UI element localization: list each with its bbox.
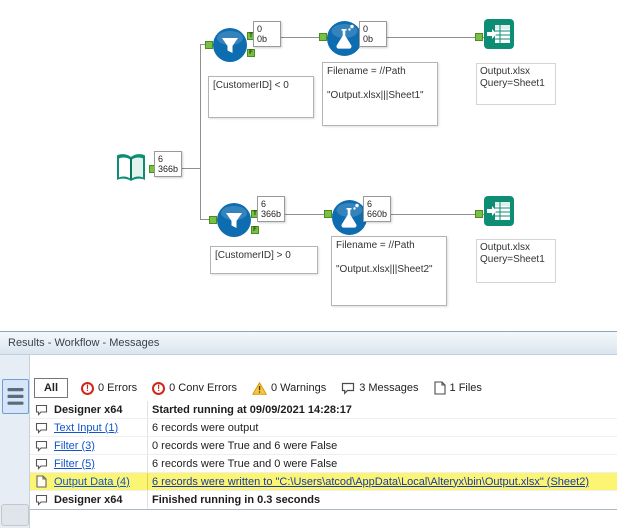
connection-line [200,44,201,220]
record-count: 6 [367,199,373,209]
record-size: 0b [257,34,268,44]
result-tool-link[interactable]: Filter (5) [54,458,95,470]
result-tool-link[interactable]: Filter (3) [54,440,95,452]
result-row-text-input: Text Input (1) 6 records were output [30,419,617,437]
input-anchor[interactable] [324,210,332,218]
warnings-count-label: 0 Warnings [270,382,327,394]
output-file-icon [484,196,514,226]
result-message: 0 records were True and 6 were False [152,439,338,452]
results-message-list: Designer x64 Started running at 09/09/20… [30,401,617,510]
record-count: 6 [158,154,164,164]
results-panel-title: Results - Workflow - Messages [0,332,617,355]
false-output-anchor[interactable]: F [251,226,259,234]
flask-icon [327,21,362,56]
record-count-badge: 0 0b [359,21,387,47]
result-tool-name: Designer x64 [52,401,148,418]
record-count: 0 [363,24,369,34]
result-message: 6 records were True and 0 were False [152,457,338,470]
errors-filter[interactable]: ! 0 Errors [81,381,138,395]
output-bottom-annotation[interactable]: Output.xlsx Query=Sheet1 [476,239,556,283]
input-anchor[interactable] [209,216,217,224]
messages-filter[interactable]: 3 Messages [341,382,419,395]
conv-errors-filter[interactable]: ! 0 Conv Errors [152,381,237,395]
warnings-filter[interactable]: 0 Warnings [251,381,327,395]
record-size: 660b [367,209,388,219]
warning-icon [251,381,267,395]
filter-5-tool[interactable]: T F [209,202,259,238]
result-message: 6 records were output [152,421,259,434]
error-icon: ! [81,381,94,395]
message-bubble-icon [30,491,52,509]
message-bubble-icon [30,455,52,472]
file-icon [433,381,446,395]
workflow-canvas[interactable]: 6 366b T F 0 0b [CustomerID] < 0 0 0b Fi… [0,0,617,331]
strip-secondary-button[interactable] [1,504,29,526]
result-row-output-data-highlighted: Output Data (4) 6 records were written t… [30,473,617,491]
message-bubble-icon [341,382,355,395]
message-bubble-icon [30,401,52,418]
messages-view-button[interactable] [2,379,29,414]
results-left-strip [0,355,30,528]
record-size: 0b [363,34,374,44]
output-top-annotation[interactable]: Output.xlsx Query=Sheet1 [476,63,556,105]
record-count: 0 [257,24,263,34]
text-input-tool[interactable] [112,150,157,188]
input-anchor[interactable] [475,210,483,218]
formula-tool-top[interactable] [319,20,370,57]
result-tool-link[interactable]: Text Input (1) [54,422,118,434]
filter-3-annotation[interactable]: [CustomerID] < 0 [208,76,314,118]
results-panel: Results - Workflow - Messages All ! 0 Er… [0,331,617,528]
results-body: All ! 0 Errors ! 0 Conv Errors 0 Warning… [0,355,617,528]
output-data-tool-bottom[interactable] [475,194,516,228]
record-count-badge: 6 366b [257,196,286,222]
result-tool-link[interactable]: Output Data (4) [54,476,130,488]
filter-3-tool[interactable]: T F [205,27,255,63]
messages-count-label: 3 Messages [359,382,419,394]
result-row-designer-start: Designer x64 Started running at 09/09/20… [30,401,617,419]
port-label-f: F [253,227,257,233]
formula-bottom-annotation[interactable]: Filename = //Path "Output.xlsx|||Sheet2" [331,236,447,306]
book-icon [117,154,145,181]
message-bubble-icon [30,419,52,436]
input-anchor[interactable] [319,33,327,41]
record-count-badge: 6 660b [363,196,392,222]
record-count: 6 [261,199,267,209]
record-size: 366b [158,164,179,174]
filter-icon [217,203,251,237]
files-filter[interactable]: 1 Files [433,381,482,395]
filter-5-annotation[interactable]: [CustomerID] > 0 [210,246,318,274]
result-row-designer-finish: Designer x64 Finished running in 0.3 sec… [30,491,617,509]
port-label-f: F [249,50,253,56]
filter-all-button[interactable]: All [34,378,68,398]
record-count-badge: 6 366b [154,151,183,177]
conv-errors-count-label: 0 Conv Errors [169,382,237,394]
filter-icon [213,28,247,62]
errors-count-label: 0 Errors [98,382,138,394]
message-bubble-icon [30,437,52,454]
record-size: 366b [261,209,282,219]
result-row-filter-3: Filter (3) 0 records were True and 6 wer… [30,437,617,455]
false-output-anchor[interactable]: F [247,49,255,57]
alteryx-designer-window: 6 366b T F 0 0b [CustomerID] < 0 0 0b Fi… [0,0,617,528]
result-tool-name: Designer x64 [52,491,148,509]
results-toolbar: All ! 0 Errors ! 0 Conv Errors 0 Warning… [30,355,617,401]
output-data-tool-top[interactable] [475,17,516,51]
result-row-filter-5: Filter (5) 6 records were True and 0 wer… [30,455,617,473]
input-anchor[interactable] [205,41,213,49]
conv-error-icon: ! [152,381,166,395]
file-icon [30,473,52,490]
formula-top-annotation[interactable]: Filename = //Path "Output.xlsx|||Sheet1" [322,62,438,126]
output-file-link[interactable]: 6 records were written to "C:\Users\atco… [152,476,589,488]
result-message: Started running at 09/09/2021 14:28:17 [152,403,352,416]
record-count-badge: 0 0b [253,21,281,47]
result-message: Finished running in 0.3 seconds [152,494,321,506]
output-file-icon [484,19,514,49]
list-view-icon [7,388,24,405]
input-anchor[interactable] [475,33,483,41]
files-count-label: 1 Files [449,382,482,394]
